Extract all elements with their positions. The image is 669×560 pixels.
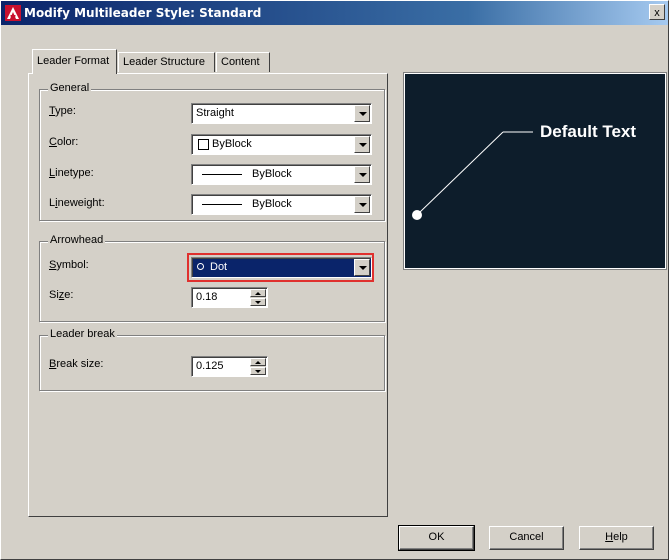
type-value: Straight xyxy=(196,107,234,119)
linetype-label: Linetype: xyxy=(49,167,94,179)
title-bar[interactable]: Modify Multileader Style: Standard x xyxy=(1,1,668,25)
spin-down-icon[interactable] xyxy=(250,367,266,375)
tab-leader-format[interactable]: Leader Format xyxy=(32,49,117,74)
linetype-dropdown[interactable]: ByBlock xyxy=(191,164,372,185)
type-dropdown[interactable]: Straight xyxy=(191,103,372,124)
close-button[interactable]: x xyxy=(649,4,665,20)
arrowhead-group-title: Arrowhead xyxy=(48,234,106,246)
leader-preview-graphic xyxy=(412,131,533,220)
break-size-value: 0.125 xyxy=(196,360,224,372)
general-group-title: General xyxy=(48,82,92,94)
chevron-down-icon[interactable] xyxy=(354,196,370,213)
break-size-spinner[interactable]: 0.125 xyxy=(191,356,268,377)
type-label: Type: xyxy=(49,105,76,117)
chevron-down-icon[interactable] xyxy=(354,166,370,183)
chevron-down-icon[interactable] xyxy=(354,105,370,122)
preview-default-text: Default Text xyxy=(540,122,637,141)
leader-break-group-title: Leader break xyxy=(48,328,117,340)
ok-button[interactable]: OK xyxy=(398,525,475,551)
chevron-down-icon[interactable] xyxy=(354,136,370,153)
size-value: 0.18 xyxy=(196,291,218,303)
color-dropdown[interactable]: ByBlock xyxy=(191,134,372,155)
spin-down-icon[interactable] xyxy=(250,298,266,306)
help-button[interactable]: Help xyxy=(579,526,654,550)
dialog-window: Modify Multileader Style: Standard x Lea… xyxy=(0,0,669,560)
cancel-button[interactable]: Cancel xyxy=(489,526,564,550)
color-label: Color: xyxy=(49,136,79,148)
autocad-logo-icon xyxy=(5,5,21,21)
lineweight-value: ByBlock xyxy=(252,198,292,210)
color-value: ByBlock xyxy=(212,138,252,150)
lineweight-label: Lineweight: xyxy=(49,197,105,209)
dot-arrowhead-icon xyxy=(412,210,422,220)
symbol-highlight-box xyxy=(187,253,374,282)
preview-pane: Default Text xyxy=(403,72,667,270)
spin-up-icon[interactable] xyxy=(250,358,266,366)
close-icon: x xyxy=(654,7,660,19)
spin-up-icon[interactable] xyxy=(250,289,266,297)
tab-content[interactable]: Content xyxy=(216,52,270,72)
linetype-value: ByBlock xyxy=(252,168,292,180)
break-size-label: Break size: xyxy=(49,358,104,370)
size-label: Size: xyxy=(49,289,74,301)
linetype-sample-icon xyxy=(202,174,242,175)
size-spinner[interactable]: 0.18 xyxy=(191,287,268,308)
window-title: Modify Multileader Style: Standard xyxy=(24,6,262,20)
lineweight-sample-icon xyxy=(202,204,242,205)
lineweight-dropdown[interactable]: ByBlock xyxy=(191,194,372,215)
symbol-label: Symbol: xyxy=(49,259,89,271)
color-swatch-icon xyxy=(198,139,209,150)
tab-leader-structure[interactable]: Leader Structure xyxy=(118,52,215,72)
